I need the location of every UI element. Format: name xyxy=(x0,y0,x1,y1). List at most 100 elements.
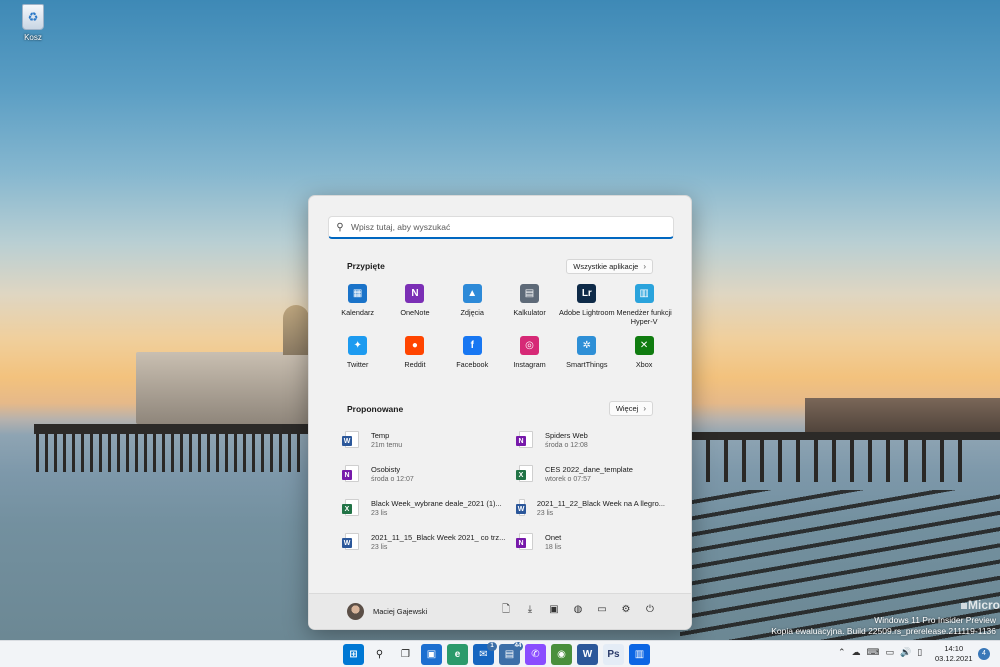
watermark-edition: Windows 11 Pro Insider Preview xyxy=(874,615,996,625)
keyboard-icon[interactable]: ⌨ xyxy=(867,647,880,658)
recommended-grid: W Temp 21m temu N Spiders Web środa o 12:08 N O… xyxy=(342,428,665,553)
recommended-item-name: 2021_11_15_Black Week 2021_ co trz... xyxy=(371,532,506,542)
chevron-up-icon[interactable]: ⌃ xyxy=(838,647,846,658)
recommended-item[interactable]: W 2021_11_15_Black Week 2021_ co trz... 23… xyxy=(342,530,519,553)
pinned-app-calendar[interactable]: ▦ Kalendarz xyxy=(329,284,386,330)
word-file-icon: W xyxy=(516,499,526,516)
taskbar-apps: ⊞ ⚲ ❐ ▣ e ✉ 1 ▤ 44 ✆ ◉ W Ps ▥ xyxy=(343,642,650,665)
pier-building-left xyxy=(136,352,311,424)
system-tray: ⌃ ☁ ⌨ ▭ 🔊 ▯ xyxy=(838,647,922,658)
pinned-app-label: Kalkulator xyxy=(513,308,546,317)
taskbar-widgets-button[interactable]: ▣ xyxy=(421,644,442,665)
word-file-icon: W xyxy=(342,533,359,550)
recommended-item-time: 23 lis xyxy=(371,509,388,517)
pinned-app-smartthings[interactable]: ✲ SmartThings xyxy=(558,336,615,382)
taskbar-photoshop-button[interactable]: Ps xyxy=(603,644,624,665)
pinned-app-hyperv[interactable]: ▥ Menedżer funkcji Hyper-V xyxy=(615,284,672,330)
more-button[interactable]: Więcej › xyxy=(608,401,653,416)
pinned-app-reddit[interactable]: ● Reddit xyxy=(386,336,443,382)
pinned-app-lightroom[interactable]: Lr Adobe Lightroom xyxy=(558,284,615,330)
desktop-icon-recycle-bin[interactable]: Kosz xyxy=(16,4,50,42)
badge-count: 44 xyxy=(513,642,523,651)
chrome-icon: ◉ xyxy=(557,649,566,660)
taskbar-mail-button[interactable]: ✉ 1 xyxy=(473,642,497,665)
recommended-item-name: Black Week_wybrane deale_2021 (1)... xyxy=(371,498,502,508)
instagram-icon: ◎ xyxy=(520,336,540,355)
recommended-item[interactable]: W Temp 21m temu xyxy=(342,428,519,451)
twitter-icon: ✦ xyxy=(348,336,368,355)
recommended-item[interactable]: X CES 2022_dane_template wtorek o 07:57 xyxy=(516,462,665,485)
taskbar-chrome-button[interactable]: ◉ xyxy=(551,644,572,665)
downloads-icon[interactable]: ⤓ xyxy=(524,603,536,617)
recommended-item-name: Onet xyxy=(545,532,562,542)
taskbar-search-button[interactable]: ⚲ xyxy=(369,644,390,665)
mail-icon: ✉ xyxy=(479,649,488,660)
pier-legs-right xyxy=(706,440,976,482)
chevron-right-icon: › xyxy=(643,262,646,271)
taskbar-start-button[interactable]: ⊞ xyxy=(343,644,364,665)
start-menu: ⚲ Przypięte Wszystkie aplikacje › ▦ Kalen… xyxy=(308,195,692,630)
taskbar-trello-button[interactable]: ▥ xyxy=(629,644,650,665)
pinned-app-calculator[interactable]: ▤ Kalkulator xyxy=(501,284,558,330)
recommended-item-time: środa o 12:07 xyxy=(371,475,414,483)
documents-icon[interactable]: 🗋 xyxy=(500,603,512,617)
pier-deck-right xyxy=(692,432,1000,440)
recommended-item[interactable]: N Onet 18 lis xyxy=(516,530,665,553)
taskbar-store-button[interactable]: ▤ 44 xyxy=(499,642,523,665)
messenger-icon: ✆ xyxy=(531,649,540,660)
pinned-app-twitter[interactable]: ✦ Twitter xyxy=(329,336,386,382)
start-footer: Maciej Gajewski 🗋 ⤓ ▣ ◍ ▭ ⚙ ⏻ xyxy=(309,593,691,629)
recommended-item-name: Spiders Web xyxy=(545,430,588,440)
recommended-item-time: wtorek o 07:57 xyxy=(545,475,591,483)
battery-icon[interactable]: ▯ xyxy=(917,647,922,658)
recommended-item[interactable]: X Black Week_wybrane deale_2021 (1)... 23 … xyxy=(342,496,519,519)
pinned-app-onenote[interactable]: N OneNote xyxy=(386,284,443,330)
user-name[interactable]: Maciej Gajewski xyxy=(373,607,427,616)
excel-file-icon: X xyxy=(516,465,533,482)
pinned-app-xbox[interactable]: ✕ Xbox xyxy=(615,336,672,382)
network-icon[interactable]: ◍ xyxy=(572,603,584,617)
widgets-icon: ▣ xyxy=(426,649,437,660)
taskbar-messenger-button[interactable]: ✆ xyxy=(525,644,546,665)
onedrive-icon[interactable]: ☁ xyxy=(852,647,861,658)
taskbar-edge-canary-button[interactable]: e xyxy=(447,644,468,665)
volume-icon[interactable]: 🔊 xyxy=(900,647,911,658)
pinned-app-label: Kalendarz xyxy=(341,308,375,317)
taskbar-clock[interactable]: 14:10 03.12.2021 xyxy=(935,644,973,664)
onenote-file-icon: N xyxy=(516,533,533,550)
pier-deck-left xyxy=(34,424,308,434)
recommended-item[interactable]: W 2021_11_22_Black Week na A llegro... 23 … xyxy=(516,496,665,519)
user-avatar[interactable] xyxy=(347,603,364,620)
onenote-icon: N xyxy=(405,284,425,303)
notification-badge[interactable]: 4 xyxy=(978,648,990,660)
microsoft-logo-text: Micro xyxy=(967,598,1000,612)
pictures-icon[interactable]: ▣ xyxy=(548,603,560,617)
word-icon: W xyxy=(582,649,593,660)
start-icon: ⊞ xyxy=(349,649,358,660)
display-icon[interactable]: ▭ xyxy=(886,647,895,658)
recycle-bin-label: Kosz xyxy=(24,33,42,42)
power-icon[interactable]: ⏻ xyxy=(644,603,656,617)
file-explorer-icon[interactable]: ▭ xyxy=(596,603,608,617)
lightroom-icon: Lr xyxy=(577,284,597,303)
calendar-icon: ▦ xyxy=(348,284,368,303)
pinned-app-instagram[interactable]: ◎ Instagram xyxy=(501,336,558,382)
pinned-section-title: Przypięte xyxy=(347,261,385,271)
photoshop-icon: Ps xyxy=(607,649,620,660)
all-apps-button[interactable]: Wszystkie aplikacje › xyxy=(566,259,653,274)
pinned-app-photos[interactable]: ▲ Zdjęcia xyxy=(444,284,501,330)
watermark-build: Kopia ewaluacyjna. Build 22509.rs_prerel… xyxy=(771,626,996,636)
recommended-item-name: 2021_11_22_Black Week na A llegro... xyxy=(536,498,665,508)
recommended-item[interactable]: N Osobisty środa o 12:07 xyxy=(342,462,519,485)
store-icon: ▤ xyxy=(504,649,515,660)
recommended-item-time: 18 lis xyxy=(545,543,562,551)
taskbar-task-view-button[interactable]: ❐ xyxy=(395,644,416,665)
taskbar-word-button[interactable]: W xyxy=(577,644,598,665)
start-search-box[interactable]: ⚲ xyxy=(328,216,674,239)
recommended-item[interactable]: N Spiders Web środa o 12:08 xyxy=(516,428,665,451)
pinned-app-label: SmartThings xyxy=(566,360,608,369)
start-search-input[interactable] xyxy=(351,222,673,232)
settings-icon[interactable]: ⚙ xyxy=(620,603,632,617)
pinned-app-facebook[interactable]: f Facebook xyxy=(444,336,501,382)
facebook-icon: f xyxy=(462,336,482,355)
